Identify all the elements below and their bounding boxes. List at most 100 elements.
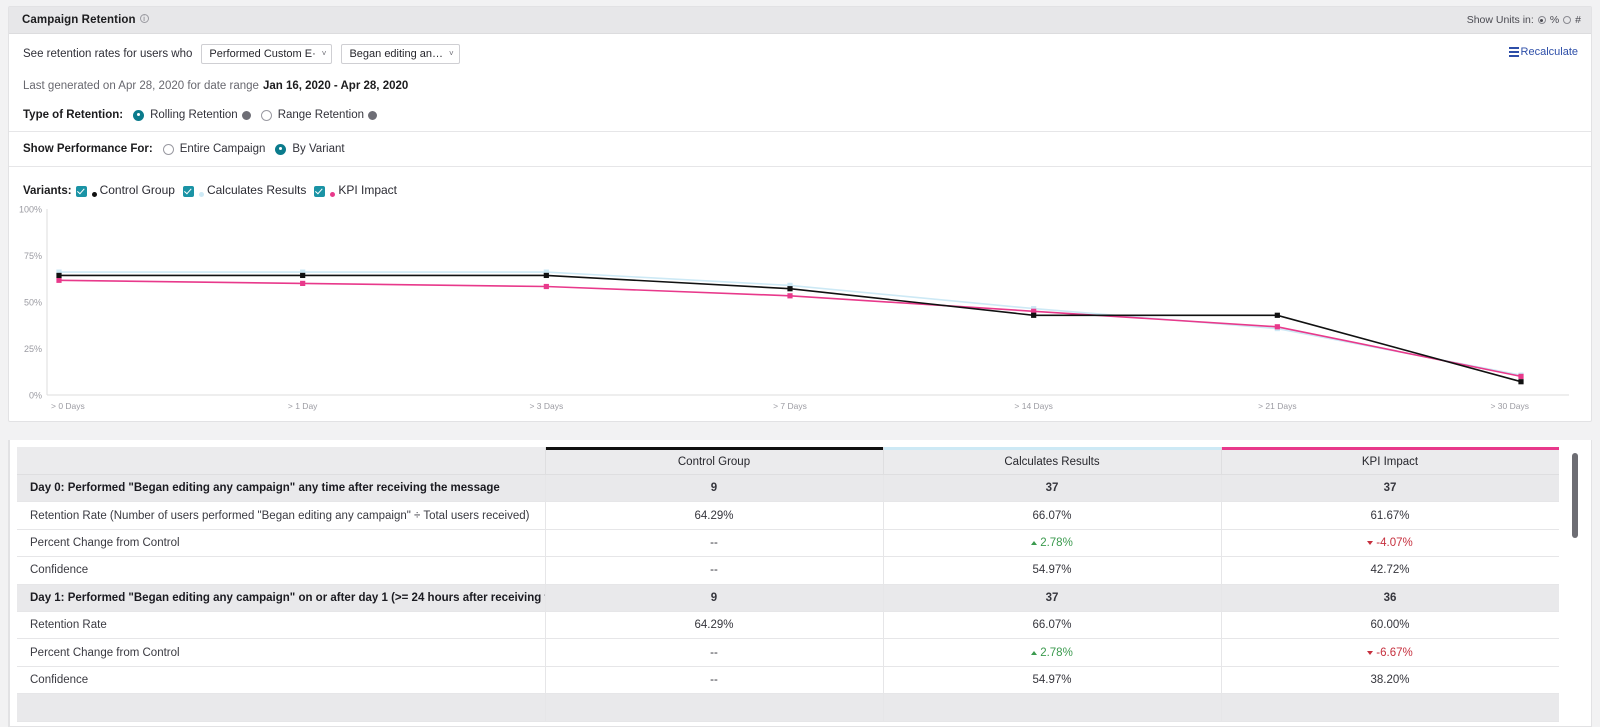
row-label: Percent Change from Control (17, 529, 546, 558)
row-value: 66.07% (883, 611, 1222, 640)
series-point[interactable] (1031, 312, 1037, 318)
info-icon[interactable]: i (139, 14, 149, 23)
show-units-control: Show Units in: % # (1467, 14, 1581, 26)
series-point[interactable] (543, 272, 549, 279)
table-vertical-scrollbar[interactable] (1572, 453, 1578, 719)
scrollbar-thumb[interactable] (1572, 453, 1578, 538)
table-col-header-label: KPI Impact (1361, 456, 1419, 468)
retention-table-body: Day 0: Performed "Began editing any camp… (17, 474, 1559, 722)
row-value: 9 (545, 584, 884, 612)
delta-down-value: -4.07% (1367, 537, 1413, 549)
row-value (545, 693, 884, 722)
generated-row: Last generated on Apr 28, 2020 for date … (9, 73, 1591, 99)
retention-panel: Campaign Retention i Show Units in: % # S… (8, 6, 1592, 422)
show-performance-label: Show Performance For: (23, 143, 153, 155)
series-line (59, 274, 1522, 383)
variant-checkbox-calculates-results[interactable] (182, 186, 194, 197)
panel-titlebar: Campaign Retention i Show Units in: % # (9, 7, 1591, 34)
row-value: 61.67% (1221, 501, 1559, 530)
series-point[interactable] (787, 286, 793, 292)
retention-table-head: Control Group Calculates Results KPI Impac… (17, 447, 1559, 475)
y-axis-tick-label: 75% (24, 251, 42, 261)
info-icon[interactable] (241, 110, 251, 120)
row-value: -- (545, 666, 884, 695)
row-value: 37 (883, 584, 1222, 612)
variant-checkbox-control-group[interactable] (75, 186, 87, 197)
x-axis-tick-label: > 14 Days (1014, 401, 1053, 411)
row-value: 64.29% (545, 611, 884, 640)
x-axis-tick-label: > 21 Days (1258, 401, 1297, 411)
event-select[interactable]: Performed Custom E· ˅ (201, 43, 333, 64)
series-point[interactable] (56, 272, 62, 279)
row-value: 42.72% (1221, 556, 1559, 585)
table-row: Confidence -- 54.97% 42.72% (17, 556, 1559, 585)
row-value: 37 (1221, 474, 1559, 503)
row-value: 2.78% (883, 638, 1222, 667)
campaign-retention-page: Campaign Retention i Show Units in: % # S… (0, 0, 1600, 727)
recalculate-button[interactable]: Recalculate (1508, 46, 1578, 58)
row-label: Confidence (17, 666, 546, 695)
series-point[interactable] (543, 283, 549, 290)
series-point[interactable] (300, 280, 306, 286)
triangle-up-icon (1031, 650, 1038, 655)
retention-chart: 100% 75% 50% 25% 0% > 0 Days > 1 Day > 3 Days >… (9, 203, 1591, 421)
table-row: Confidence -- 54.97% 38.20% (17, 666, 1559, 695)
series-point[interactable] (1274, 324, 1280, 330)
chart-series-calculates-results (56, 269, 1524, 378)
by-variant-radio[interactable] (275, 143, 287, 155)
variant-label-kpi-impact: KPI Impact (338, 183, 398, 197)
row-value: -6.67% (1221, 638, 1559, 667)
units-percent-radio[interactable] (1537, 16, 1546, 24)
triangle-down-icon (1367, 650, 1374, 655)
table-col-header-blank (17, 447, 546, 475)
table-row (17, 693, 1559, 722)
units-percent-label: % (1549, 14, 1560, 26)
row-label: Day 0: Performed "Began editing any camp… (17, 474, 546, 503)
y-axis-tick-label: 0% (29, 391, 42, 401)
y-axis-tick-label: 25% (24, 344, 42, 354)
row-value: 64.29% (545, 501, 884, 530)
row-value: 37 (883, 474, 1222, 503)
show-units-label: Show Units in: (1466, 14, 1534, 26)
chart-series-kpi-impact (56, 277, 1524, 379)
entire-campaign-radio[interactable] (162, 143, 174, 155)
retention-table-scroll[interactable]: Control Group Calculates Results KPI Impac… (17, 447, 1559, 726)
table-col-header-label: Control Group (677, 456, 751, 468)
series-point[interactable] (1274, 312, 1280, 318)
generated-date-range: Jan 16, 2020 - Apr 28, 2020 (262, 80, 409, 92)
table-row: Day 0: Performed "Began editing any camp… (17, 474, 1559, 503)
units-count-radio[interactable] (1563, 16, 1572, 24)
table-row: Retention Rate 64.29% 66.07% 60.00% (17, 611, 1559, 640)
series-point[interactable] (1518, 373, 1524, 379)
action-select-value: Began editing an… (349, 47, 444, 60)
variants-label: Variants: (23, 185, 72, 197)
retention-table-panel: Control Group Calculates Results KPI Impac… (8, 440, 1592, 727)
row-value: 54.97% (883, 556, 1222, 585)
delta-up-value: 2.78% (1031, 647, 1073, 659)
retention-chart-svg: 100%75%50%25%0% > 0 Days > 1 Day > 3 Days >… (19, 205, 1569, 411)
table-row: Day 1: Performed "Began editing any camp… (17, 584, 1559, 612)
row-value: 36 (1221, 584, 1559, 612)
chart-series-control-group (56, 272, 1524, 385)
variant-checkbox-kpi-impact[interactable] (314, 186, 326, 197)
range-retention-radio[interactable] (260, 109, 272, 121)
series-point[interactable] (56, 277, 62, 283)
series-point[interactable] (787, 293, 793, 299)
info-icon[interactable] (368, 110, 377, 120)
table-col-header-label: Calculates Results (1004, 456, 1100, 468)
rolling-retention-radio[interactable] (133, 109, 145, 121)
series-point[interactable] (300, 272, 306, 279)
x-axis-tick-label: > 1 Day (288, 401, 318, 411)
table-row: Percent Change from Control -- 2.78% -6.67% (17, 638, 1559, 667)
recalculate-label: Recalculate (1520, 46, 1578, 58)
row-value: -- (545, 638, 884, 667)
variant-color-dot-kpi-impact (330, 192, 336, 197)
action-select[interactable]: Began editing an… ˅ (341, 43, 460, 64)
page-title: Campaign Retention i (22, 14, 149, 26)
event-select-value: Performed Custom E· (209, 47, 316, 60)
row-value: 60.00% (1221, 611, 1559, 640)
series-point[interactable] (1518, 379, 1524, 385)
row-label: Retention Rate (Number of users performe… (17, 501, 546, 530)
row-value: -- (545, 529, 884, 558)
delta-up-value: 2.78% (1031, 537, 1073, 549)
